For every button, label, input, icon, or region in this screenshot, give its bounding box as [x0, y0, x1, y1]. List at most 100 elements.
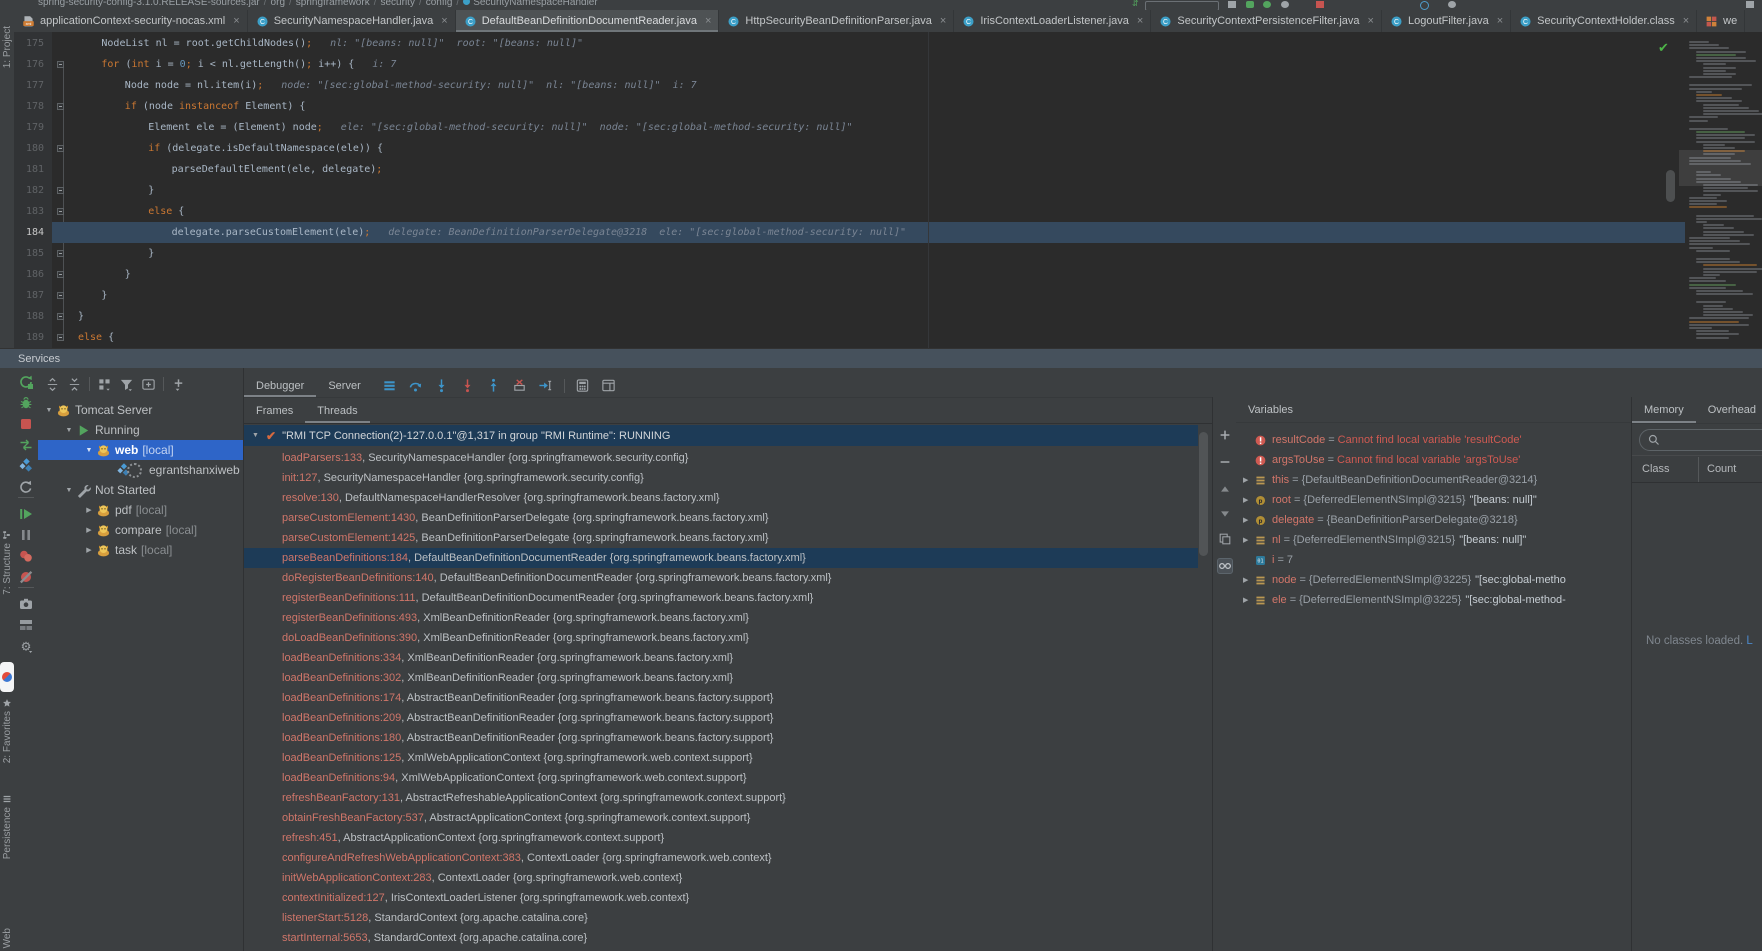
drop-frame-button[interactable]	[509, 377, 531, 395]
step-over-button[interactable]	[405, 377, 427, 395]
step-out-button[interactable]	[483, 377, 505, 395]
fold-marker-icon[interactable]	[57, 61, 64, 68]
variable-row-ele[interactable]: ▶ele={DeferredElementNSImpl@3225}"[sec:g…	[1236, 590, 1631, 610]
coverage-icon[interactable]	[1281, 1, 1289, 8]
deploy-button[interactable]	[18, 458, 34, 474]
variable-row-argsToUse[interactable]: argsToUse=Cannot find local variable 'ar…	[1236, 450, 1631, 470]
breadcrumb-segment[interactable]: org	[271, 0, 285, 8]
code-line[interactable]: NodeList nl = root.getChildNodes();nl: "…	[52, 33, 1685, 54]
load-classes-link[interactable]: L	[1746, 635, 1752, 647]
pause-button[interactable]	[18, 527, 34, 543]
settings-sliver-icon[interactable]	[1448, 1, 1456, 8]
stop-icon[interactable]	[1316, 1, 1324, 8]
stack-frame-row[interactable]: loadBeanDefinitions:180, AbstractBeanDef…	[244, 728, 1198, 748]
stack-frame-row[interactable]: loadBeanDefinitions:174, AbstractBeanDef…	[244, 688, 1198, 708]
close-icon[interactable]: ×	[1683, 15, 1689, 27]
chevron-right-icon[interactable]: ▶	[1243, 536, 1252, 544]
fold-marker-icon[interactable]	[57, 313, 64, 320]
fold-marker-icon[interactable]	[57, 187, 64, 194]
breadcrumb[interactable]: spring-security-config-3.1.0.RELEASE-sou…	[38, 0, 598, 8]
tree-item-tomcat-server[interactable]: ▼Tomcat Server	[38, 400, 243, 420]
stripe-item-structure[interactable]: 7: Structure	[0, 530, 14, 595]
collapse-all-button[interactable]	[67, 377, 82, 392]
memory-search-field[interactable]	[1639, 429, 1762, 451]
stack-frame-row[interactable]: parseBeanDefinitions:184, DefaultBeanDef…	[244, 548, 1198, 568]
variable-row-root[interactable]: ▶proot={DeferredElementNSImpl@3215}"[bea…	[1236, 490, 1631, 510]
code-line[interactable]: else {	[52, 327, 1685, 348]
code-line[interactable]: if (delegate.isDefaultNamespace(ele)) {	[52, 138, 1685, 159]
stack-frame-row[interactable]: refresh:451, AbstractApplicationContext …	[244, 828, 1198, 848]
stack-frame-row[interactable]: doLoadBeanDefinitions:390, XmlBeanDefini…	[244, 628, 1198, 648]
close-icon[interactable]: ×	[1497, 15, 1503, 27]
refresh-button[interactable]	[18, 479, 34, 495]
stack-frame-row[interactable]: resolve:130, DefaultNamespaceHandlerReso…	[244, 488, 1198, 508]
minimap-viewport[interactable]	[1679, 150, 1762, 186]
chevron-right-icon[interactable]: ▶	[1243, 596, 1252, 604]
fold-marker-icon[interactable]	[57, 292, 64, 299]
chevron-right-icon[interactable]: ▶	[1243, 496, 1252, 504]
stack-frame-row[interactable]: obtainFreshBeanFactory:537, AbstractAppl…	[244, 808, 1198, 828]
variable-row-node[interactable]: ▶node={DeferredElementNSImpl@3225}"[sec:…	[1236, 570, 1631, 590]
stack-frame-row[interactable]: startInternal:5653, StandardContext {org…	[244, 928, 1198, 948]
layout-settings-button[interactable]	[598, 377, 620, 395]
code-line[interactable]: }	[52, 243, 1685, 264]
editor-tab[interactable]: CSecurityNamespaceHandler.java×	[248, 10, 456, 32]
breadcrumb-leaf[interactable]: SecurityNamespaceHandler	[473, 0, 598, 8]
add-button[interactable]	[171, 377, 186, 392]
stripe-item-web[interactable]: Web	[0, 928, 14, 948]
layout-button[interactable]	[18, 617, 34, 633]
variable-row-resultCode[interactable]: resultCode=Cannot find local variable 'r…	[1236, 430, 1631, 450]
duplicate-button[interactable]	[1217, 531, 1233, 547]
floating-app-logo[interactable]	[0, 662, 14, 692]
chevron-down-icon[interactable]: ▼	[64, 487, 74, 494]
run-to-cursor-button[interactable]	[535, 377, 557, 395]
chevron-right-icon[interactable]: ▶	[1243, 576, 1252, 584]
move-down-button[interactable]	[1217, 506, 1233, 522]
stack-frame-row[interactable]: loadBeanDefinitions:94, XmlWebApplicatio…	[244, 768, 1198, 788]
close-icon[interactable]: ×	[1137, 15, 1143, 27]
hamburger-button[interactable]	[379, 377, 401, 395]
show-watches-button[interactable]	[1217, 558, 1233, 574]
build-hammer-icon[interactable]	[1228, 1, 1236, 8]
force-step-into-button[interactable]	[457, 377, 479, 395]
tree-item-web[interactable]: ▼web[local]	[38, 440, 243, 460]
breadcrumb-segment[interactable]: springframework	[296, 0, 370, 8]
fold-marker-icon[interactable]	[57, 208, 64, 215]
stop-button[interactable]	[18, 416, 34, 432]
code-line[interactable]: parseDefaultElement(ele, delegate);	[52, 159, 1685, 180]
close-icon[interactable]: ×	[441, 15, 447, 27]
thread-row[interactable]: ▼ ✔ "RMI TCP Connection(2)-127.0.0.1"@1,…	[244, 425, 1198, 446]
tree-item-not-started[interactable]: ▼Not Started	[38, 480, 243, 500]
code-line[interactable]: else {	[52, 201, 1685, 222]
editor-tab[interactable]: we	[1697, 10, 1745, 32]
debug-icon[interactable]	[1263, 1, 1271, 8]
stack-frame-row[interactable]: registerBeanDefinitions:111, DefaultBean…	[244, 588, 1198, 608]
chevron-right-icon[interactable]: ▶	[1243, 516, 1252, 524]
editor-code-area[interactable]: NodeList nl = root.getChildNodes();nl: "…	[52, 32, 1685, 348]
fold-marker-icon[interactable]	[57, 250, 64, 257]
stack-frame-row[interactable]: loadParsers:133, SecurityNamespaceHandle…	[244, 448, 1198, 468]
camera-button[interactable]	[18, 596, 34, 612]
mute-breakpoints-button[interactable]	[18, 569, 34, 585]
chevron-right-icon[interactable]: ▶	[1243, 476, 1252, 484]
breakpoints-button[interactable]	[18, 548, 34, 564]
settings-button[interactable]: ⚙	[18, 638, 34, 654]
fold-marker-icon[interactable]	[57, 145, 64, 152]
tab-threads[interactable]: Threads	[305, 398, 369, 423]
hide-windows-icon[interactable]	[1746, 1, 1754, 8]
editor-tab[interactable]: CSecurityContextPersistenceFilter.java×	[1151, 10, 1382, 32]
update-arrows-icon[interactable]: ⇵	[1132, 0, 1139, 8]
editor-tab[interactable]: CLogoutFilter.java×	[1382, 10, 1511, 32]
search-everywhere-icon[interactable]	[1420, 1, 1429, 10]
breadcrumb-segment[interactable]: spring-security-config-3.1.0.RELEASE-sou…	[38, 0, 260, 8]
tree-item-egrantshanxiweb[interactable]: egrantshanxiweb	[38, 460, 243, 480]
rerun-button[interactable]	[18, 374, 34, 390]
stack-frame-row[interactable]: loadBeanDefinitions:334, XmlBeanDefiniti…	[244, 648, 1198, 668]
code-line[interactable]: Element ele = (Element) node;ele: "[sec:…	[52, 117, 1685, 138]
editor-scrollbar-thumb[interactable]	[1666, 170, 1675, 202]
group-by-button[interactable]	[97, 377, 112, 392]
stack-frame-row[interactable]: registerBeanDefinitions:493, XmlBeanDefi…	[244, 608, 1198, 628]
run-icon[interactable]	[1246, 1, 1254, 8]
inspections-ok-icon[interactable]: ✔	[1658, 40, 1669, 56]
fold-marker-icon[interactable]	[57, 334, 64, 341]
